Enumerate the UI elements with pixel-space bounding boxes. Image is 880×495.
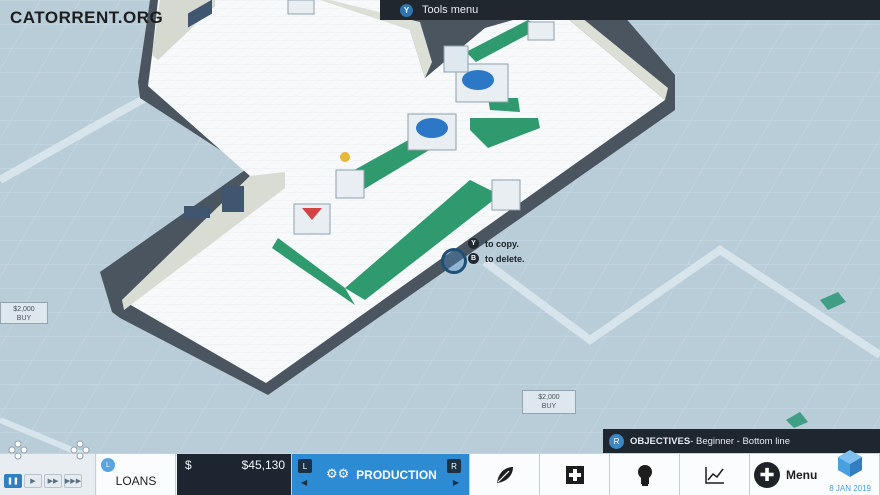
play-icon[interactable]: ▶ bbox=[24, 474, 42, 488]
menu-button[interactable]: ✚ Menu 8 JAN 2019 bbox=[750, 450, 880, 495]
arrow-right-icon[interactable]: ▶ bbox=[453, 478, 459, 487]
copy-delete-hint: Y to copy. B to delete. bbox=[440, 238, 525, 268]
loans-label: LOANS bbox=[115, 474, 157, 488]
plot-price: $2,000 bbox=[538, 394, 560, 401]
l-bumper-icon: L bbox=[298, 459, 312, 473]
cube-logo-icon bbox=[838, 450, 862, 477]
loans-button[interactable]: L LOANS bbox=[97, 454, 176, 495]
production-label: PRODUCTION bbox=[356, 468, 437, 482]
buy-plot-button[interactable]: $2,000 BUY bbox=[0, 302, 48, 324]
r-button-icon: R bbox=[609, 433, 624, 449]
fastest-forward-icon[interactable]: ▶▶▶ bbox=[64, 474, 82, 488]
y-button-icon: Y bbox=[400, 3, 413, 17]
watermark: CATORRENT.ORG bbox=[10, 8, 164, 27]
lightbulb-icon bbox=[637, 465, 652, 486]
plot-price: $2,000 bbox=[13, 306, 35, 313]
window bbox=[184, 206, 210, 218]
menu-label: Menu bbox=[786, 468, 818, 482]
money-amount: $45,130 bbox=[241, 458, 285, 472]
menu-plus-icon: ✚ bbox=[754, 462, 780, 488]
pause-icon[interactable]: ❚❚ bbox=[4, 474, 22, 488]
ideas-button[interactable] bbox=[610, 454, 680, 495]
objectives-title: OBJECTIVES bbox=[630, 435, 691, 447]
buy-plot-button[interactable]: $2,000 BUY bbox=[522, 390, 576, 414]
objectives-text: - Beginner - Bottom line bbox=[690, 435, 790, 447]
stats-button[interactable] bbox=[680, 454, 750, 495]
fast-forward-icon[interactable]: ▶▶ bbox=[44, 474, 62, 488]
door bbox=[222, 186, 244, 212]
hr-button[interactable] bbox=[540, 454, 610, 495]
plus-icon bbox=[565, 466, 584, 484]
plot-buy-label: BUY bbox=[16, 315, 32, 322]
b-button-icon: B bbox=[468, 253, 479, 264]
gears-icon: ⚙⚙ bbox=[326, 466, 350, 481]
chart-icon bbox=[704, 467, 724, 484]
dpad-icon bbox=[8, 440, 90, 460]
tools-menu-hint[interactable]: Y Tools menu bbox=[380, 0, 880, 20]
bottom-hud: ❚❚ ▶ ▶▶ ▶▶▶ L LOANS $ $45,130 L ◀ ⚙⚙ PRO… bbox=[0, 440, 880, 495]
delete-text: to delete. bbox=[485, 253, 525, 264]
l-button-icon: L bbox=[101, 458, 115, 472]
r-bumper-icon: R bbox=[447, 459, 461, 473]
plot-buy-label: BUY bbox=[541, 403, 557, 410]
leaf-icon bbox=[496, 467, 513, 483]
money-display: $ $45,130 bbox=[177, 454, 292, 495]
tools-menu-label: Tools menu bbox=[422, 4, 479, 16]
currency-symbol: $ bbox=[185, 458, 192, 472]
production-button[interactable]: L ◀ ⚙⚙ PRODUCTION R ▶ bbox=[292, 454, 470, 495]
playback-controls: ❚❚ ▶ ▶▶ ▶▶▶ bbox=[0, 440, 96, 495]
copy-text: to copy. bbox=[485, 238, 519, 249]
game-date: 8 JAN 2019 bbox=[829, 484, 871, 493]
y-button-icon: Y bbox=[468, 238, 479, 249]
arrow-left-icon[interactable]: ◀ bbox=[301, 478, 307, 487]
research-button[interactable] bbox=[470, 454, 540, 495]
